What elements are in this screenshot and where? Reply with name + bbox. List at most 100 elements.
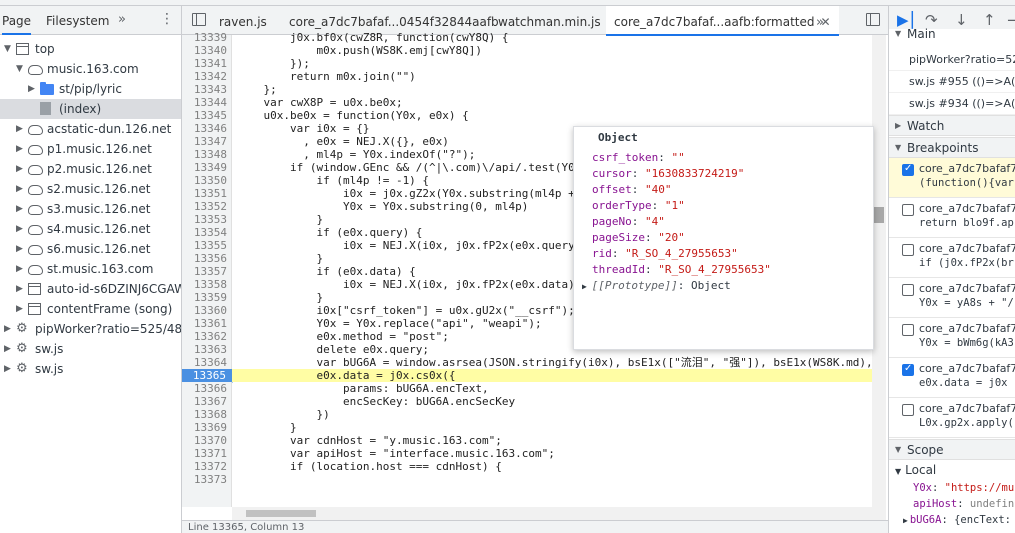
line-number[interactable]: 13344 [182, 96, 227, 109]
line-number[interactable]: 13369 [182, 421, 227, 434]
line-number[interactable]: 13367 [182, 395, 227, 408]
tree-item[interactable]: ▶ s4.music.126.net [0, 219, 181, 239]
line-number[interactable]: 13341 [182, 57, 227, 70]
line-gutter[interactable]: 13339 13340 13341 13342 13343 13344 13345 13346… [182, 31, 232, 507]
expand-arrow-icon[interactable]: ▶ [16, 219, 26, 239]
horizontal-scrollbar[interactable] [232, 507, 872, 520]
more-tabs-icon[interactable]: » [816, 6, 824, 35]
line-number[interactable]: 13370 [182, 434, 227, 447]
breakpoint-item[interactable]: core_a7dc7bafaf7c Y0x = yA8s + "/ [889, 278, 1015, 318]
expand-arrow-icon[interactable]: ▶ [4, 359, 14, 379]
line-number[interactable]: 13347 [182, 135, 227, 148]
scope-variable[interactable]: ▶ bUG6A: {encText: [889, 512, 1015, 528]
scope-variable[interactable]: Y0x: "https://mu [889, 480, 1015, 496]
step-into-icon[interactable]: ↓ [955, 11, 968, 29]
expand-arrow-icon[interactable]: ▶ [895, 116, 901, 136]
expand-arrow-icon[interactable]: ▶ [16, 159, 26, 179]
tree-item[interactable]: ▼ top [0, 39, 181, 59]
tree-item[interactable]: ▶⚙ pipWorker?ratio=525/480*1 [0, 319, 181, 339]
call-stack-item[interactable]: pipWorker?ratio=52 [889, 49, 1015, 71]
line-number[interactable]: 13351 [182, 187, 227, 200]
thread-main[interactable]: ▼ Main [889, 28, 1015, 43]
tree-item[interactable]: ▶ acstatic-dun.126.net [0, 119, 181, 139]
expand-arrow-icon[interactable]: ▶ [16, 239, 26, 259]
breakpoint-checkbox[interactable] [902, 244, 914, 256]
tab-page[interactable]: Page [2, 6, 32, 35]
line-number[interactable]: 13371 [182, 447, 227, 460]
line-number[interactable]: 13353 [182, 213, 227, 226]
vertical-scrollbar[interactable] [872, 35, 886, 520]
expand-arrow-icon[interactable]: ▶ [16, 119, 26, 139]
expand-arrow-icon[interactable]: ▶ [903, 516, 908, 525]
tree-item[interactable]: ▶ s2.music.126.net [0, 179, 181, 199]
tree-item[interactable]: ▶ s3.music.126.net [0, 199, 181, 219]
section-watch[interactable]: ▶ Watch [889, 115, 1015, 136]
section-breakpoints[interactable]: ▼ Breakpoints [889, 137, 1015, 158]
breakpoint-checkbox[interactable] [902, 162, 914, 176]
expand-arrow-icon[interactable]: ▶ [582, 282, 592, 291]
line-number[interactable]: 13368 [182, 408, 227, 421]
line-number[interactable]: 13345 [182, 109, 227, 122]
breakpoint-item[interactable]: core_a7dc7bafaf7c L0x.gp2x.apply( [889, 398, 1015, 438]
tree-item[interactable]: ▶ p2.music.126.net [0, 159, 181, 179]
line-number[interactable]: 13359 [182, 291, 227, 304]
scroll-thumb[interactable] [246, 510, 316, 517]
line-number[interactable]: 13363 [182, 343, 227, 356]
expand-arrow-icon[interactable]: ▶ [28, 79, 38, 99]
scope-variable[interactable]: apiHost: undefin [889, 496, 1015, 512]
tree-item[interactable]: ▶ auto-id-s6DZINJ6CGAWFO [0, 279, 181, 299]
expand-arrow-icon[interactable]: ▶ [4, 319, 14, 339]
kebab-menu-icon[interactable]: ⋮ [160, 11, 174, 27]
expand-arrow-icon[interactable]: ▶ [16, 139, 26, 159]
tree-item[interactable]: ▶ ⚙ sw.js [0, 359, 181, 379]
popover-prototype[interactable]: ▶ [[Prototype]]: Object [582, 279, 731, 294]
line-number[interactable]: 13366 [182, 382, 227, 395]
step-out-icon[interactable]: ↑ [983, 11, 996, 29]
line-number[interactable]: 13340 [182, 44, 227, 57]
call-stack-item[interactable]: sw.js #955 (()=>A(t, [889, 71, 1015, 93]
line-number[interactable]: 13361 [182, 317, 227, 330]
tree-item[interactable]: ▼ music.163.com [0, 59, 181, 79]
expand-arrow-open-icon[interactable]: ▼ [4, 39, 14, 59]
line-number[interactable]: 13357 [182, 265, 227, 278]
line-number[interactable]: 13358 [182, 278, 227, 291]
scroll-thumb[interactable] [874, 207, 884, 223]
section-scope[interactable]: ▼ Scope [889, 439, 1015, 460]
breakpoint-item[interactable]: core_a7dc7bafaf7c Y0x = bWm6g(kA3 [889, 318, 1015, 358]
call-stack-item[interactable]: sw.js #934 (()=>A(t, [889, 93, 1015, 115]
more-tabs-icon[interactable]: » [118, 12, 126, 27]
line-number[interactable]: 13364 [182, 356, 227, 369]
breakpoint-checkbox[interactable] [902, 204, 914, 216]
line-number[interactable]: 13350 [182, 174, 227, 187]
step-icon[interactable]: → [1007, 11, 1015, 29]
line-number[interactable]: 13349 [182, 161, 227, 174]
line-number[interactable]: 13354 [182, 226, 227, 239]
tree-item[interactable]: ▶ p1.music.126.net [0, 139, 181, 159]
tree-item[interactable]: ▶ contentFrame (song) [0, 299, 181, 319]
editor-tab-active[interactable]: core_a7dc7bafaf...aafb:formatted ✕ [606, 6, 839, 36]
toggle-navigator-icon[interactable] [192, 13, 206, 26]
line-number[interactable]: 13352 [182, 200, 227, 213]
line-number[interactable]: 13343 [182, 83, 227, 96]
expand-arrow-open-icon[interactable]: ▼ [16, 59, 26, 79]
line-number[interactable]: 13346 [182, 122, 227, 135]
tree-item[interactable]: (index) [0, 99, 181, 119]
tab-filesystem[interactable]: Filesystem [46, 6, 109, 35]
tree-item[interactable]: ▶ st/pip/lyric [0, 79, 181, 99]
expand-arrow-icon[interactable]: ▶ [4, 339, 14, 359]
scope-local[interactable]: ▼ Local [889, 462, 1015, 478]
line-number[interactable]: 13339 [182, 31, 227, 44]
expand-arrow-icon[interactable]: ▶ [16, 279, 26, 299]
line-number[interactable]: 13360 [182, 304, 227, 317]
breakpoint-checkbox[interactable] [902, 284, 914, 296]
breakpoint-checkbox[interactable] [902, 404, 914, 416]
line-number[interactable]: 13362 [182, 330, 227, 343]
collapse-arrow-icon[interactable]: ▼ [895, 29, 901, 39]
editor-tab[interactable]: watchman.min.js [498, 6, 601, 35]
breakpoint-item[interactable]: core_a7dc7bafaf7c return blo9f.ap [889, 198, 1015, 238]
expand-arrow-icon[interactable]: ▶ [16, 179, 26, 199]
collapse-arrow-icon[interactable]: ▼ [895, 440, 901, 460]
breakpoint-checkbox[interactable] [902, 362, 914, 376]
line-number[interactable]: 13373 [182, 473, 227, 486]
expand-arrow-icon[interactable]: ▶ [16, 299, 26, 319]
